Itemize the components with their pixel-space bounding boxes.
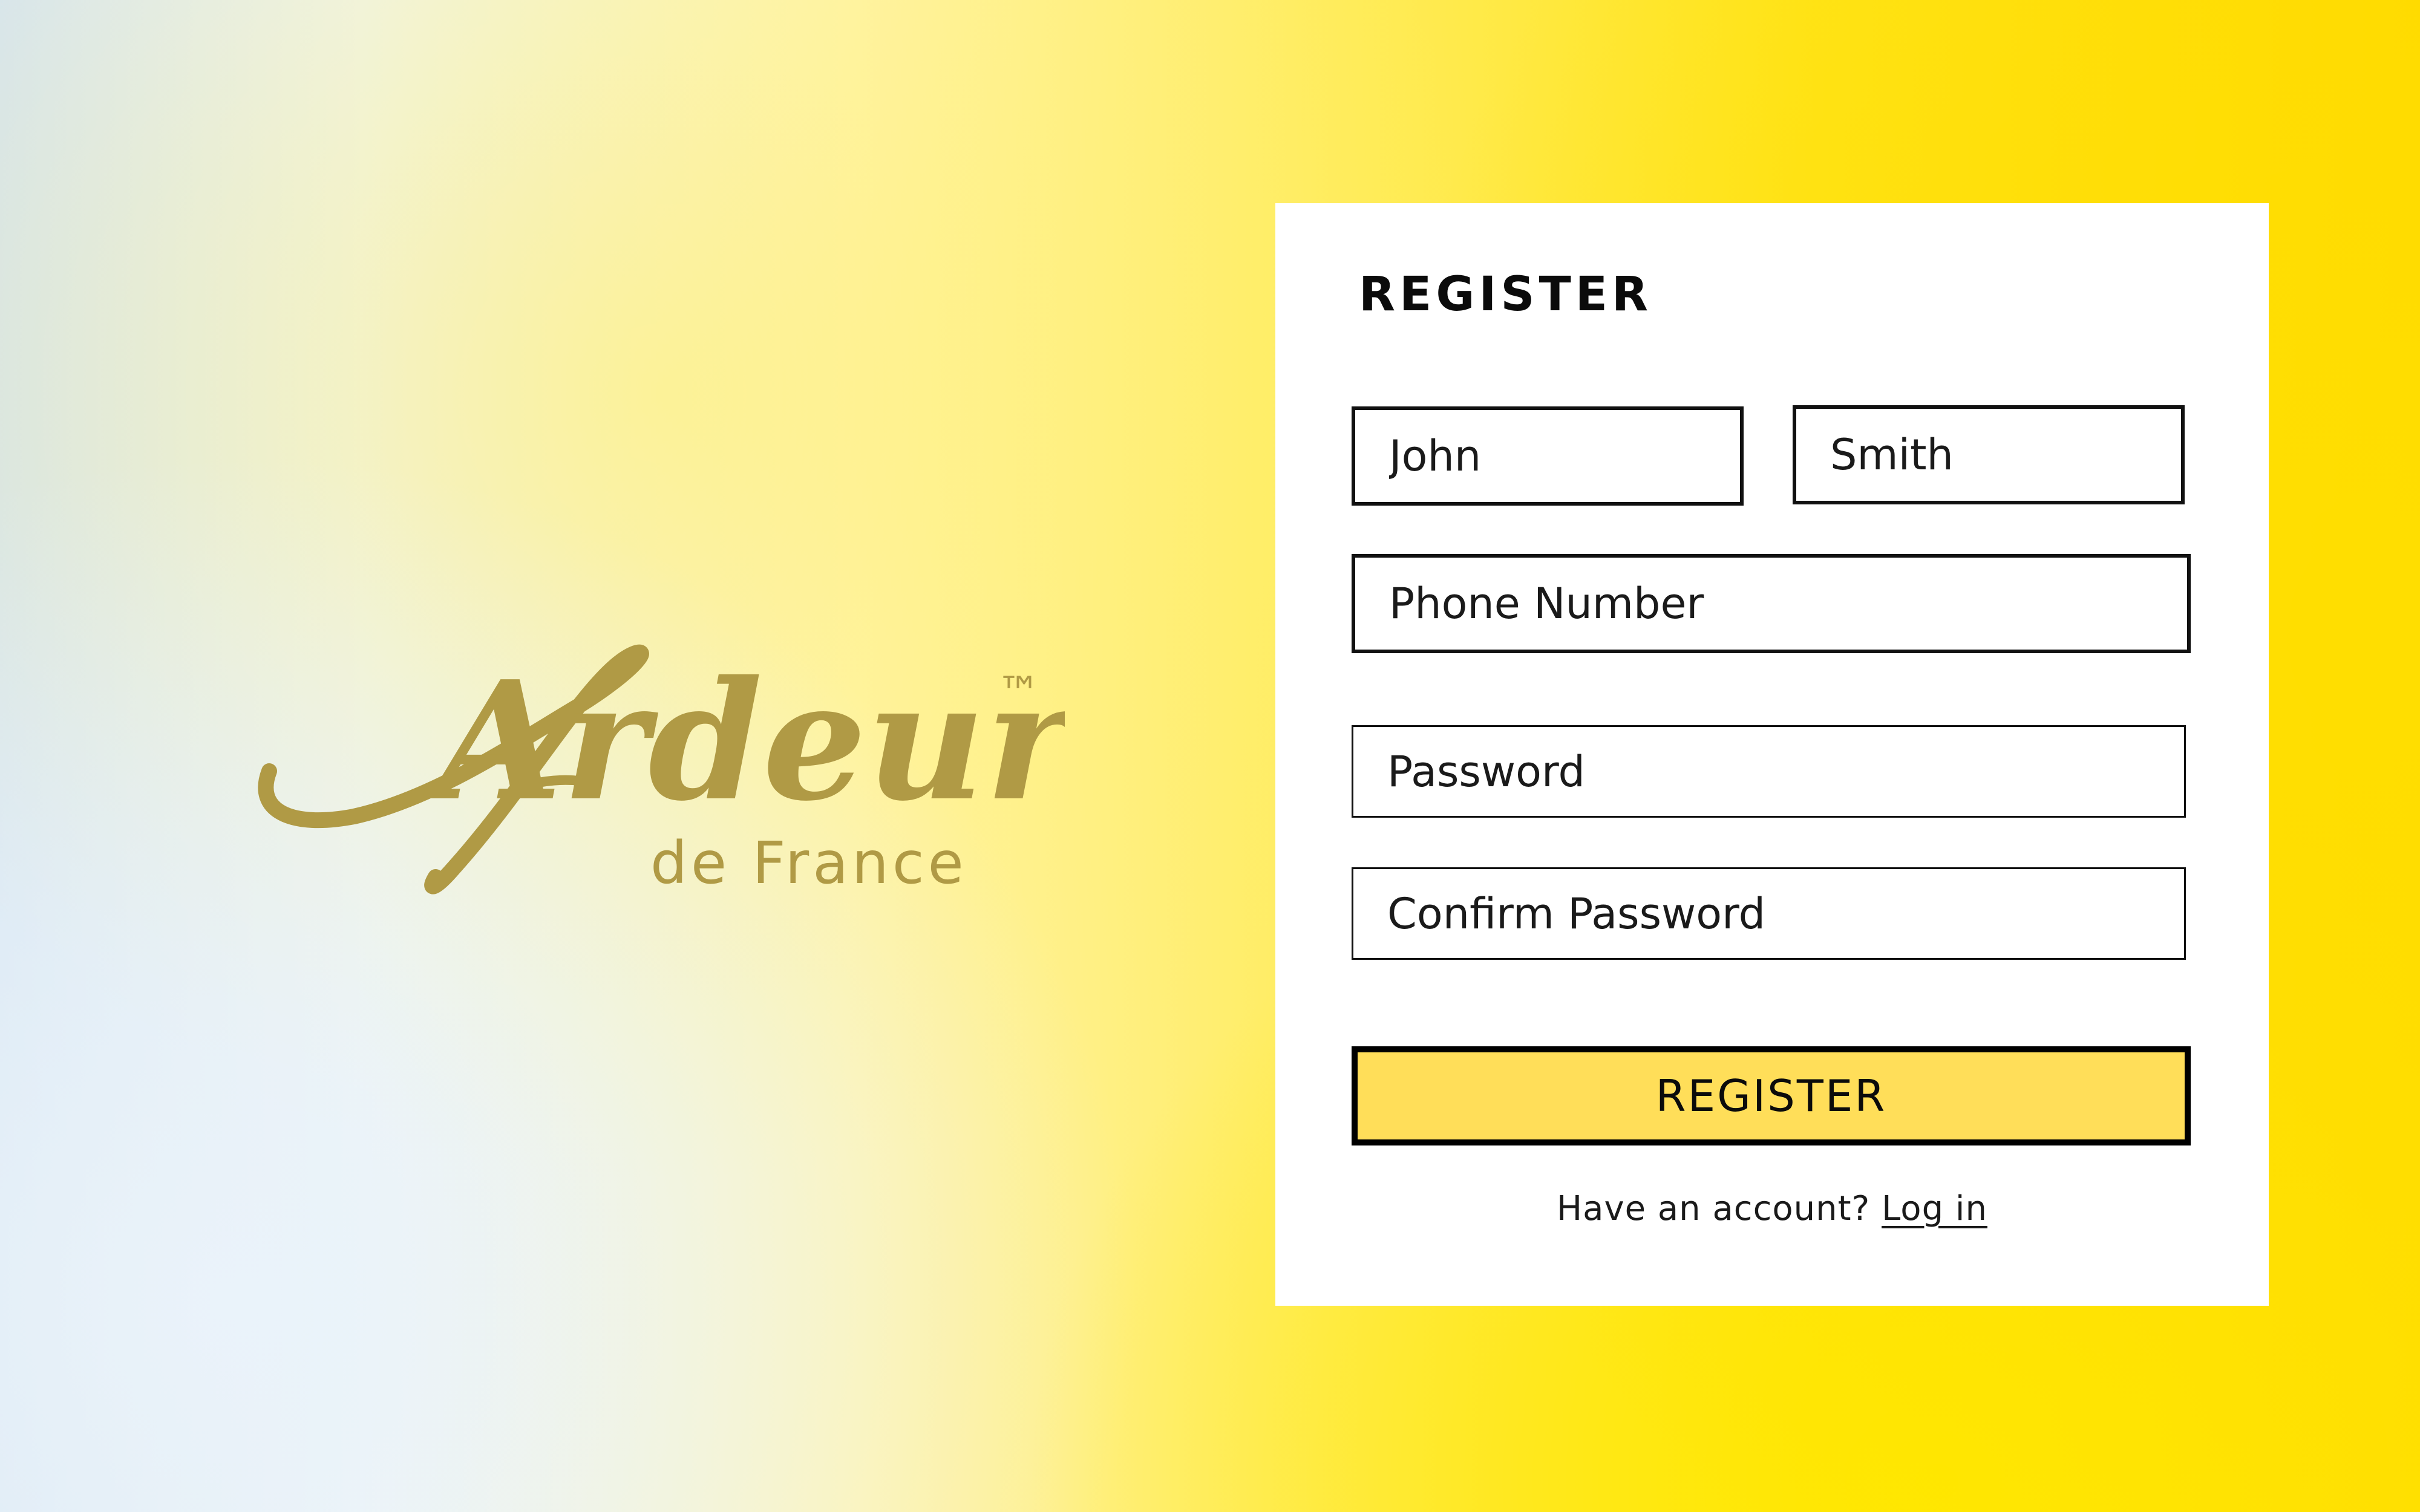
password-input[interactable] xyxy=(1352,725,2186,818)
login-prompt: Have an account? Log in xyxy=(1275,1189,2269,1228)
phone-number-input[interactable] xyxy=(1352,554,2191,653)
register-button[interactable]: REGISTER xyxy=(1352,1046,2191,1145)
login-link[interactable]: Log in xyxy=(1882,1189,1987,1228)
first-name-input[interactable] xyxy=(1352,406,1744,506)
brand-logo: Ardeur de France ™ xyxy=(254,617,1065,907)
brand-subtitle: de France xyxy=(650,829,967,897)
brand-name: Ardeur xyxy=(423,645,1065,837)
last-name-input[interactable] xyxy=(1793,405,2185,504)
confirm-password-input[interactable] xyxy=(1352,867,2186,960)
account-prompt-text: Have an account? xyxy=(1557,1189,1871,1228)
register-title: REGISTER xyxy=(1359,267,1653,322)
trademark-symbol: ™ xyxy=(997,667,1041,718)
register-card: REGISTER REGISTER Have an account? Log i… xyxy=(1275,203,2269,1306)
